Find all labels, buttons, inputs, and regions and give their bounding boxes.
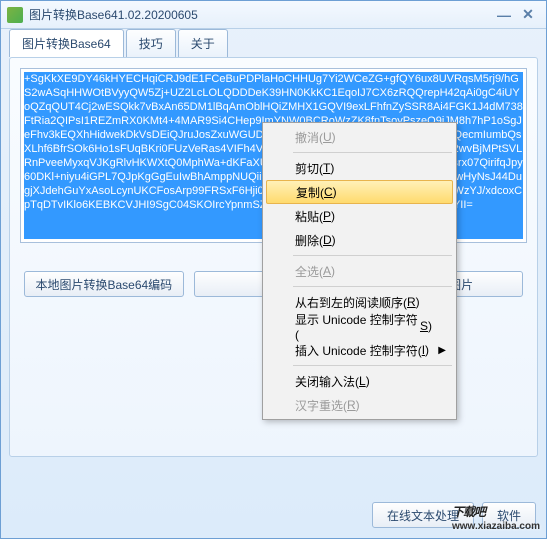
ctx-separator [293,286,452,287]
chevron-right-icon: ▶ [438,345,446,356]
ctx-copy[interactable]: 复制(C) [266,180,453,204]
ctx-cut[interactable]: 剪切(T) [265,156,454,180]
ctx-close-ime[interactable]: 关闭输入法(L) [265,369,454,393]
app-window: 图片转换Base641.02.20200605 — ✕ 图片转换Base64 技… [0,0,547,539]
ctx-separator [293,365,452,366]
tab-tips[interactable]: 技巧 [126,29,176,57]
software-button[interactable]: 软件 [482,502,536,528]
close-button[interactable]: ✕ [516,6,540,24]
ctx-insert-unicode-ctrl[interactable]: 插入 Unicode 控制字符(I)▶ [265,338,454,362]
ctx-delete[interactable]: 删除(D) [265,228,454,252]
app-icon [7,7,23,23]
ctx-show-unicode-ctrl[interactable]: 显示 Unicode 控制字符(S) [265,314,454,338]
tab-bar: 图片转换Base64 技巧 关于 [1,29,546,57]
ctx-undo: 撤消(U) [265,125,454,149]
ctx-select-all: 全选(A) [265,259,454,283]
context-menu: 撤消(U) 剪切(T) 复制(C) 粘贴(P) 删除(D) 全选(A) 从右到左… [262,122,457,420]
ctx-separator [293,255,452,256]
online-text-button[interactable]: 在线文本处理 [372,502,474,528]
bottom-bar: 在线文本处理 软件 [372,502,536,528]
ctx-paste[interactable]: 粘贴(P) [265,204,454,228]
tab-about[interactable]: 关于 [178,29,228,57]
ctx-separator [293,152,452,153]
minimize-button[interactable]: — [492,6,516,24]
titlebar: 图片转换Base641.02.20200605 — ✕ [1,1,546,29]
convert-local-image-button[interactable]: 本地图片转换Base64编码 [24,271,184,297]
ctx-hanzi-reselect: 汉字重选(R) [265,393,454,417]
window-title: 图片转换Base641.02.20200605 [29,6,492,23]
tab-convert[interactable]: 图片转换Base64 [9,29,124,57]
